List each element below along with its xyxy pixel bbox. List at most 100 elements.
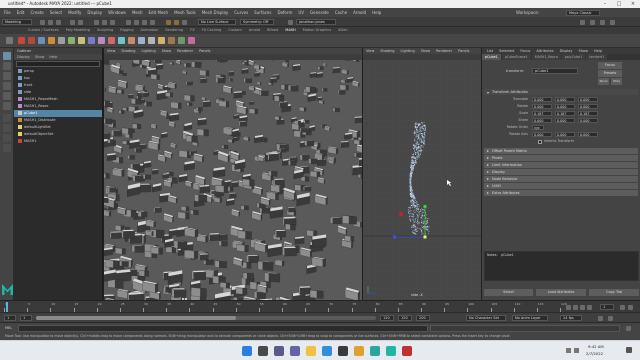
select-object-icon[interactable] (102, 19, 107, 25)
menu-curves[interactable]: Curves (234, 10, 248, 15)
persp-menu-show[interactable]: Show (162, 49, 171, 53)
shelf-tab-animation[interactable]: Animation (141, 28, 159, 32)
attr-field-rotate-0[interactable]: 0.000 (532, 104, 552, 109)
photos-icon[interactable] (370, 346, 380, 356)
rotate-tool-icon[interactable] (3, 92, 11, 100)
outliner-item-persp[interactable]: persp (14, 68, 102, 75)
attr-field-translate-1[interactable]: 0.000 (555, 97, 575, 102)
attr-field-rotate-1[interactable]: 0.000 (555, 104, 575, 109)
attr-field-rotate-axis-0[interactable]: 0.000 (532, 132, 552, 137)
attr-field-translate-2[interactable]: 0.000 (578, 97, 598, 102)
outliner-item-mash1-repromesh[interactable]: MASH1_ReproMesh (14, 96, 102, 103)
outliner-item-mash1-repro[interactable]: MASH1_Repro (14, 103, 102, 110)
teams-icon[interactable] (290, 346, 300, 356)
menu-generate[interactable]: Generate (310, 10, 329, 15)
redo-icon[interactable] (78, 19, 83, 25)
undo-icon[interactable] (70, 19, 75, 25)
outliner-search-input[interactable] (16, 61, 100, 67)
side-menu-panels[interactable]: Panels (458, 49, 469, 53)
end-time-field[interactable]: 120 (398, 315, 412, 321)
persp-viewport[interactable]: View Shading Lighting Show Renderer Panels pe… (103, 48, 362, 300)
shelf-tab-mash[interactable]: MASH (285, 28, 295, 32)
attr-field-rotate-2[interactable]: 0.000 (578, 104, 598, 109)
step-forward-icon[interactable] (620, 304, 625, 310)
shelf-tab-curves-surfaces[interactable]: Curves / Surfaces (28, 28, 59, 32)
play-forwards-icon[interactable] (587, 304, 592, 310)
section-limit-information[interactable]: Limit Information (484, 162, 638, 168)
user-account-select[interactable]: jonathan.jones (296, 19, 336, 25)
live-surface-field[interactable]: No Live Surface (198, 19, 236, 25)
select-hierarchy-icon[interactable] (94, 19, 99, 25)
character-set-select[interactable]: No Character Set (466, 315, 506, 321)
attr-field-shear-2[interactable]: 0.000 (578, 118, 598, 123)
command-input[interactable] (18, 325, 428, 332)
inherits-transform-checkbox[interactable] (538, 139, 542, 144)
copy-tab-button[interactable]: Copy Tab (589, 289, 639, 296)
script-language-label[interactable]: MEL (5, 326, 12, 330)
lasso-tool-icon[interactable] (3, 62, 11, 70)
layout-four-icon[interactable] (3, 124, 11, 132)
menu-uv[interactable]: UV (298, 10, 304, 15)
menu-edit[interactable]: Edit (17, 10, 25, 15)
mash-visibility-icon[interactable] (128, 37, 135, 44)
ae-menu-selected[interactable]: Selected (499, 49, 514, 53)
snap-grid-icon[interactable] (126, 19, 131, 25)
select-component-icon[interactable] (110, 19, 115, 25)
ae-menu-attributes[interactable]: Attributes (536, 49, 553, 53)
mash-offset-icon[interactable] (78, 37, 85, 44)
attr-field-scale-2[interactable]: 0.187 (578, 111, 598, 116)
menu-surfaces[interactable]: Surfaces (254, 10, 271, 15)
mash-world-icon[interactable] (138, 37, 145, 44)
scale-tool-icon[interactable] (3, 102, 11, 110)
select-button[interactable]: Select (484, 289, 533, 296)
layout-single-icon[interactable] (3, 114, 11, 122)
outliner-item-pcube1[interactable]: pCube1 (14, 110, 102, 117)
task-view-icon[interactable] (274, 346, 284, 356)
search-icon[interactable] (258, 346, 268, 356)
menu-arnold[interactable]: Arnold (353, 10, 366, 15)
current-frame-field[interactable]: 1 (600, 304, 614, 310)
mash-time-icon[interactable] (88, 37, 95, 44)
range-slider[interactable] (36, 316, 376, 320)
save-scene-icon[interactable] (56, 19, 61, 25)
recorder-icon[interactable] (402, 346, 412, 356)
playback-start-field[interactable]: 1 (20, 315, 32, 321)
mash-flight-icon[interactable] (178, 37, 185, 44)
mash-trails-icon[interactable] (158, 37, 165, 44)
toggle-modeling-toolkit-icon[interactable] (580, 19, 585, 25)
outliner-menu-display[interactable]: Display (17, 55, 30, 59)
max-time-field[interactable]: 200 (416, 315, 430, 321)
attr-field-shear-0[interactable]: 0.000 (532, 118, 552, 123)
outliner-item-defaultlightset[interactable]: defaultLightSet (14, 124, 102, 131)
load-attributes-button[interactable]: Load Attributes (536, 289, 586, 296)
persp-menu-shading[interactable]: Shading (121, 49, 135, 53)
range-slider-handle[interactable] (36, 316, 236, 320)
mash-color-icon[interactable] (98, 37, 105, 44)
ae-menu-display[interactable]: Display (560, 49, 573, 53)
move-manip-y-handle[interactable] (423, 205, 427, 208)
menu-mesh[interactable]: Mesh (132, 10, 143, 15)
menu-cache[interactable]: Cache (335, 10, 347, 15)
ae-menu-show[interactable]: Show (579, 49, 588, 53)
attr-field-scale-0[interactable]: 0.187 (532, 111, 552, 116)
shelf-tab-fx-caching[interactable]: FX Caching (202, 28, 222, 32)
menu-modify[interactable]: Modify (68, 10, 81, 15)
script-editor-icon[interactable] (626, 326, 631, 331)
menu-mesh-tools[interactable]: Mesh Tools (174, 10, 196, 15)
side-viewport[interactable]: View Shading Lighting Show Renderer Panels si… (362, 48, 482, 300)
side-menu-renderer[interactable]: Renderer (436, 49, 452, 53)
menu-edit-mesh[interactable]: Edit Mesh (149, 10, 169, 15)
start-time-field[interactable]: 1 (4, 315, 16, 321)
select-tool-icon[interactable] (3, 52, 11, 60)
persp-menu-lighting[interactable]: Lighting (142, 49, 156, 53)
render-settings-icon[interactable] (182, 19, 187, 25)
section-pivots[interactable]: Pivots (484, 155, 638, 161)
volume-icon[interactable] (574, 348, 579, 353)
menu-mesh-display[interactable]: Mesh Display (202, 10, 229, 15)
attr-field-scale-1[interactable]: 0.187 (555, 111, 575, 116)
attr-field-rotate-axis-1[interactable]: 0.000 (555, 132, 575, 137)
layout-outliner-icon[interactable] (3, 144, 11, 152)
step-back-icon[interactable] (573, 304, 578, 310)
chrome-icon[interactable] (354, 346, 364, 356)
attr-field-rotate-axis-2[interactable]: 0.000 (578, 132, 598, 137)
